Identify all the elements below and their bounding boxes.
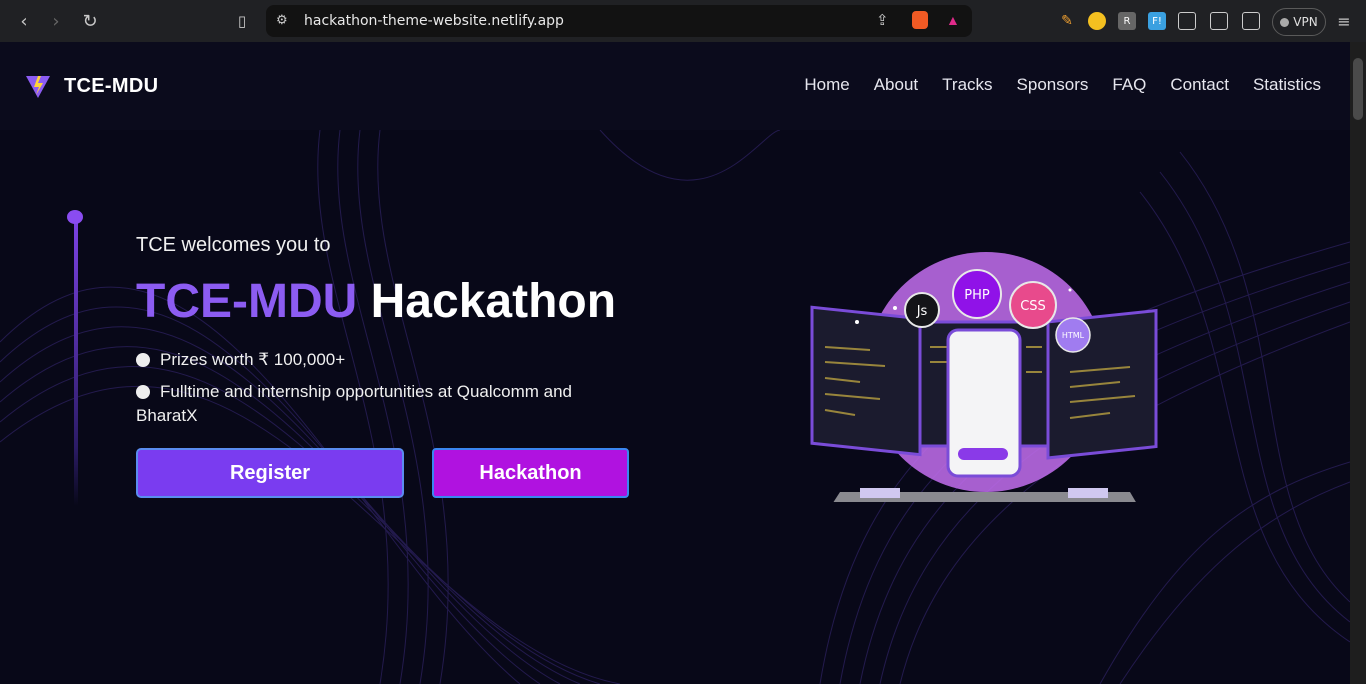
- back-icon[interactable]: ‹: [12, 9, 36, 33]
- hero-title: TCE-MDU Hackathon: [136, 274, 616, 329]
- menu-icon[interactable]: ≡: [1332, 9, 1356, 33]
- register-button[interactable]: Register: [136, 448, 404, 498]
- welcome-text: TCE welcomes you to: [136, 234, 331, 256]
- brand-name[interactable]: TCE-MDU: [64, 75, 158, 98]
- nav-sponsors[interactable]: Sponsors: [1017, 75, 1089, 95]
- bullet-item: Fulltime and internship opportunities at…: [136, 380, 616, 428]
- badge-php: PHP: [964, 288, 990, 303]
- address-bar[interactable]: ⚙ hackathon-theme-website.netlify.app ⇪ …: [266, 5, 972, 37]
- bullet-text: Fulltime and internship opportunities at…: [136, 382, 572, 425]
- r-extension-icon[interactable]: R: [1118, 12, 1136, 30]
- nav-contact[interactable]: Contact: [1170, 75, 1229, 95]
- forward-icon[interactable]: ›: [44, 9, 68, 33]
- page-scrollbar[interactable]: [1350, 42, 1366, 684]
- nav-tracks[interactable]: Tracks: [942, 75, 992, 95]
- share-icon[interactable]: ⇪: [876, 11, 889, 29]
- reload-icon[interactable]: ↻: [78, 9, 102, 33]
- hero-title-part2: Hackathon: [370, 275, 617, 328]
- brave-rewards-icon[interactable]: ▲: [946, 12, 960, 28]
- sidebar-icon[interactable]: [1210, 12, 1228, 30]
- hero-title-part1: TCE-MDU: [136, 275, 358, 328]
- web-page: TCE-MDU Home About Tracks Sponsors FAQ C…: [0, 42, 1350, 684]
- extensions-icon[interactable]: [1178, 12, 1196, 30]
- browser-toolbar: ‹ › ↻ ▯ ⚙ hackathon-theme-website.netlif…: [0, 0, 1366, 42]
- site-settings-icon[interactable]: ⚙: [276, 12, 288, 28]
- chrome-extension-icon[interactable]: [1088, 12, 1106, 30]
- badge-js: Js: [916, 304, 928, 319]
- nav-links: Home About Tracks Sponsors FAQ Contact S…: [804, 75, 1321, 95]
- nav-home[interactable]: Home: [804, 75, 849, 95]
- vpn-status-icon: [1280, 17, 1290, 27]
- vpn-label: VPN: [1293, 15, 1318, 29]
- site-navbar: TCE-MDU Home About Tracks Sponsors FAQ C…: [0, 42, 1350, 130]
- bullet-text: Prizes worth ₹ 100,000+: [160, 350, 346, 369]
- wallet-icon[interactable]: [1242, 12, 1260, 30]
- decorative-dot: [67, 210, 83, 224]
- bullet-dot-icon: [136, 385, 150, 399]
- nav-about[interactable]: About: [874, 75, 918, 95]
- hackathon-button[interactable]: Hackathon: [432, 448, 629, 498]
- badge-css: CSS: [1020, 299, 1046, 314]
- logo-icon[interactable]: [24, 72, 52, 100]
- f-extension-icon[interactable]: F!: [1148, 12, 1166, 30]
- bullet-dot-icon: [136, 353, 150, 367]
- developer-setup-illustration: Js PHP CSS HTML: [810, 252, 1158, 502]
- vpn-button[interactable]: VPN: [1272, 8, 1326, 36]
- decorative-line: [74, 216, 78, 506]
- nav-statistics[interactable]: Statistics: [1253, 75, 1321, 95]
- url-text: hackathon-theme-website.netlify.app: [304, 13, 564, 29]
- pencil-extension-icon[interactable]: ✎: [1058, 12, 1076, 30]
- badge-html: HTML: [1062, 331, 1085, 340]
- nav-faq[interactable]: FAQ: [1112, 75, 1146, 95]
- scrollbar-thumb[interactable]: [1353, 58, 1363, 120]
- bookmark-icon[interactable]: ▯: [230, 9, 254, 33]
- brave-shields-icon[interactable]: [912, 11, 928, 29]
- bullet-item: Prizes worth ₹ 100,000+: [136, 348, 345, 372]
